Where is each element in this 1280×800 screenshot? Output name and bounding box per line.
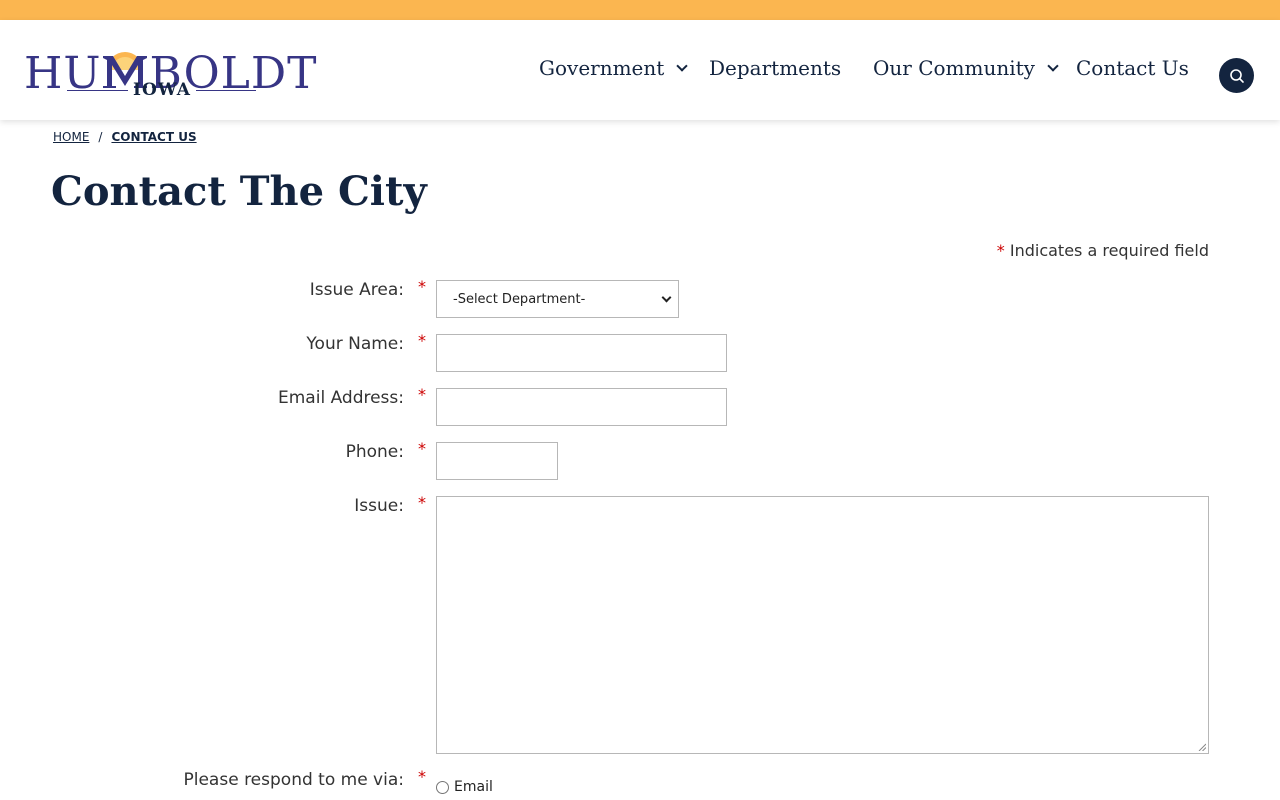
- logo-rule-right: [196, 90, 256, 91]
- site-logo[interactable]: HU BOLDT IOWA: [24, 40, 317, 102]
- site-header: HU BOLDT IOWA Government Departments Our …: [0, 20, 1280, 120]
- breadcrumb-home-link[interactable]: HOME: [53, 130, 89, 144]
- required-star: *: [418, 385, 426, 404]
- chevron-down-icon: [661, 292, 672, 303]
- breadcrumb: HOME / CONTACT US: [53, 130, 197, 144]
- chevron-down-icon[interactable]: [1047, 60, 1059, 72]
- phone-input[interactable]: [436, 442, 558, 480]
- issue-label: Issue:: [354, 496, 404, 516]
- email-radio[interactable]: [436, 780, 449, 794]
- nav-item-departments[interactable]: Departments: [709, 56, 841, 80]
- breadcrumb-separator: /: [98, 130, 103, 144]
- required-star: *: [418, 331, 426, 350]
- issue-area-label: Issue Area:: [309, 280, 404, 300]
- respond-via-label: Please respond to me via:: [183, 770, 405, 790]
- respond-via-option-email[interactable]: Email: [436, 779, 493, 795]
- required-star: *: [418, 767, 426, 786]
- email-address-label: Email Address:: [278, 388, 404, 408]
- your-name-input[interactable]: [436, 334, 727, 372]
- nav-item-our-community[interactable]: Our Community: [873, 56, 1059, 80]
- issue-textarea[interactable]: [436, 496, 1209, 754]
- required-field-note: * Indicates a required field: [997, 241, 1209, 260]
- email-address-input[interactable]: [436, 388, 727, 426]
- required-star: *: [418, 277, 426, 296]
- resize-handle-icon[interactable]: [1198, 743, 1206, 751]
- required-note-text: Indicates a required field: [1009, 241, 1209, 260]
- required-star: *: [996, 241, 1005, 260]
- breadcrumb-current-link[interactable]: CONTACT US: [111, 130, 196, 144]
- nav-item-label: Our Community: [873, 56, 1035, 80]
- logo-rule-left: [67, 90, 128, 91]
- logo-subtitle: IOWA: [133, 80, 191, 100]
- issue-area-selected: -Select Department-: [453, 291, 586, 307]
- nav-item-label: Contact Us: [1076, 56, 1189, 80]
- your-name-label: Your Name:: [306, 334, 404, 354]
- issue-area-select[interactable]: -Select Department-: [436, 280, 679, 318]
- top-accent-bar: [0, 0, 1280, 20]
- chevron-down-icon[interactable]: [676, 60, 688, 72]
- email-radio-label: Email: [454, 779, 493, 795]
- nav-item-label: Government: [539, 56, 665, 80]
- nav-item-label: Departments: [709, 56, 842, 80]
- search-button[interactable]: [1219, 58, 1254, 93]
- required-star: *: [418, 493, 426, 512]
- phone-label: Phone:: [345, 442, 404, 462]
- required-star: *: [418, 439, 426, 458]
- nav-item-contact-us[interactable]: Contact Us: [1076, 56, 1189, 80]
- search-icon: [1229, 68, 1244, 83]
- nav-item-government[interactable]: Government: [539, 56, 688, 80]
- page-title: Contact The City: [51, 168, 427, 215]
